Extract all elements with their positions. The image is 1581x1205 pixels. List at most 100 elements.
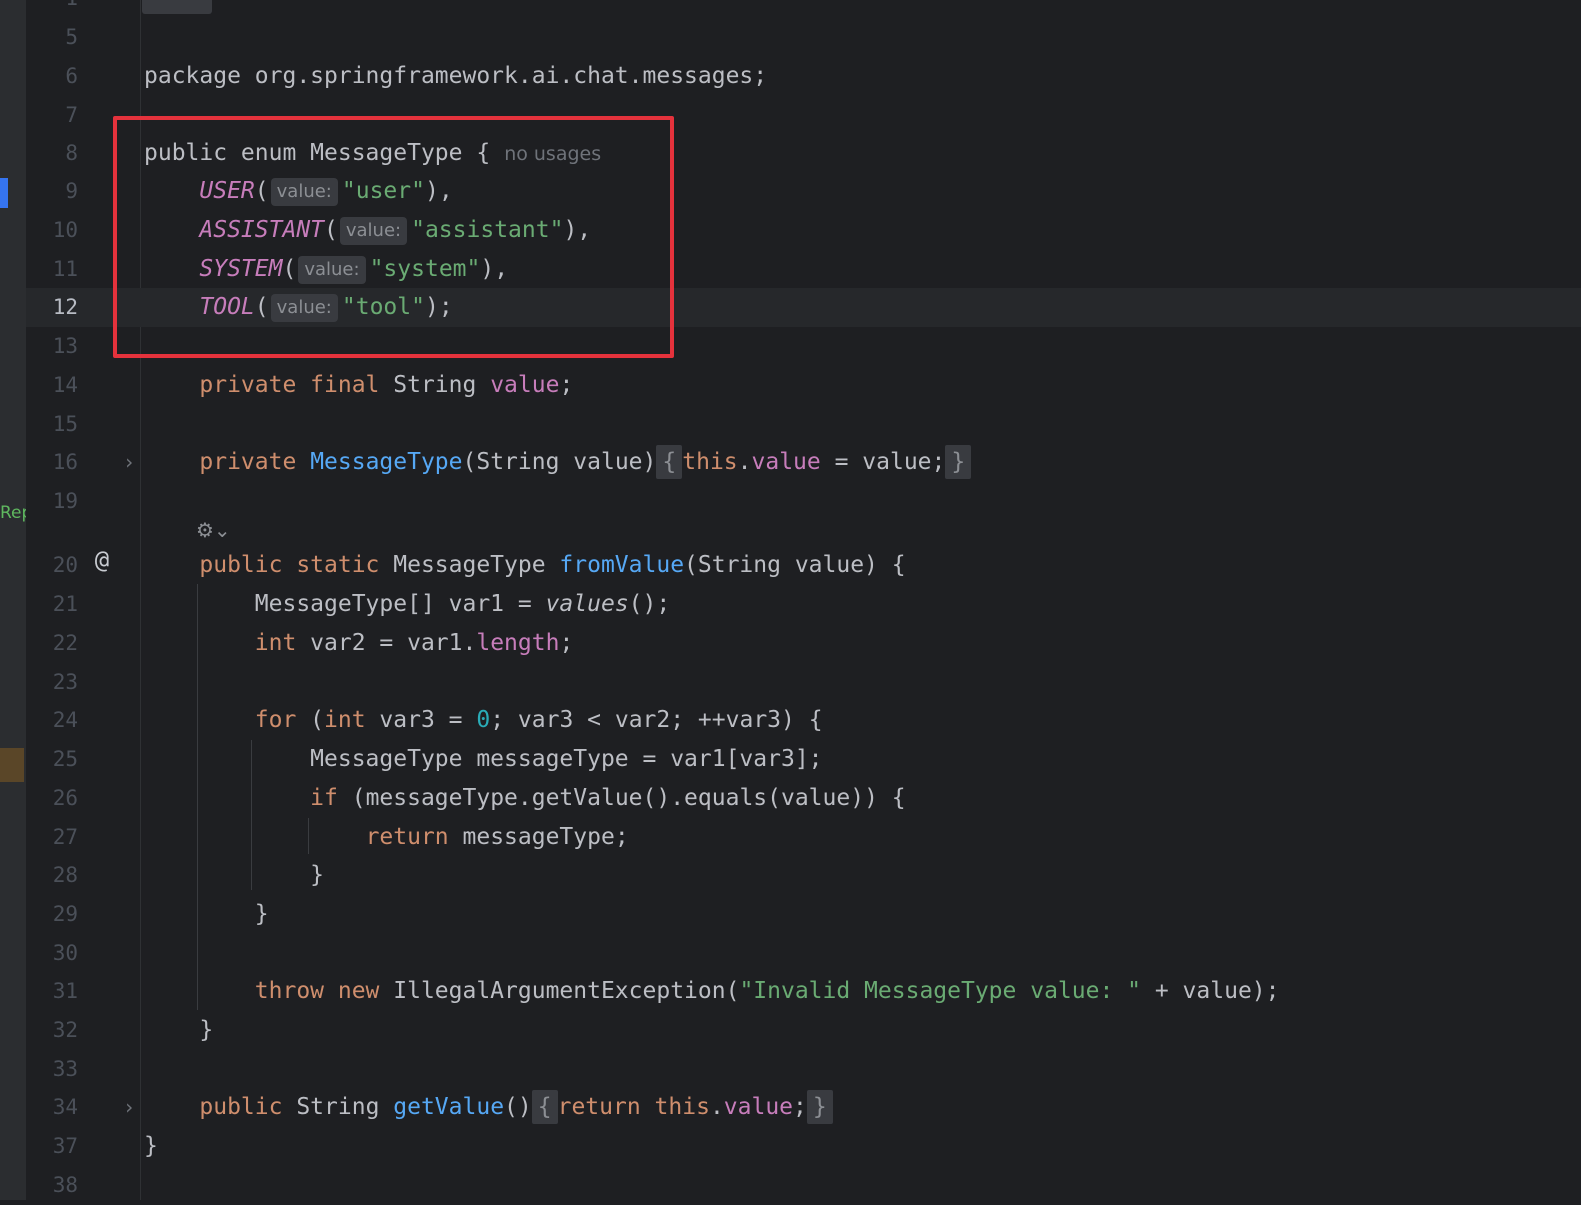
code-line-38: 38: [0, 1166, 1581, 1205]
enum-constant-system[interactable]: SYSTEM(value: "system"),: [144, 250, 508, 289]
param-hint: value:: [270, 294, 338, 322]
line-number: 21: [52, 592, 78, 616]
line-number: 16: [52, 450, 78, 474]
method-fromvalue-signature[interactable]: public static MessageType fromValue(Stri…: [144, 546, 905, 585]
line-number: 11: [52, 257, 78, 281]
line-number: 12: [52, 295, 78, 319]
line-number: 30: [52, 941, 78, 965]
line-number: 37: [52, 1134, 78, 1158]
code-line-16: 16 › private MessageType(String value){t…: [0, 443, 1581, 482]
line-number: 19: [52, 489, 78, 513]
return-statement[interactable]: return messageType;: [144, 818, 629, 857]
code-line-5: 5: [0, 18, 1581, 57]
line-number: 26: [52, 786, 78, 810]
line-number: 25: [52, 747, 78, 771]
enum-declaration[interactable]: public enum MessageType { no usages: [144, 134, 601, 173]
closing-brace[interactable]: }: [144, 1011, 213, 1050]
code-line-21: 21 MessageType[] var1 = values();: [0, 585, 1581, 624]
folded-block-close[interactable]: }: [945, 445, 972, 479]
enum-constant-tool[interactable]: TOOL(value: "tool");: [144, 288, 453, 327]
folded-block-open[interactable]: {: [531, 1090, 558, 1124]
code-line-33: 33: [0, 1050, 1581, 1089]
code-line-10: 10 ASSISTANT(value: "assistant"),: [0, 211, 1581, 250]
line-number: 28: [52, 863, 78, 887]
code-line-20: 20 public static MessageType fromValue(S…: [0, 546, 1581, 585]
code-line-13: 13: [0, 327, 1581, 366]
code-line-30: 30: [0, 934, 1581, 973]
code-line-37: 37 }: [0, 1127, 1581, 1166]
line-number: 22: [52, 631, 78, 655]
line-number: 31: [52, 979, 78, 1003]
line-number: 13: [52, 334, 78, 358]
usages-hint[interactable]: no usages: [504, 143, 601, 165]
indent-guide: [251, 740, 252, 890]
line-number: 1: [26, 0, 78, 18]
line-number: 23: [52, 670, 78, 694]
code-line-14: 14 private final String value;: [0, 366, 1581, 405]
code-line-22: 22 int var2 = var1.length;: [0, 624, 1581, 663]
line-number: 6: [65, 64, 78, 88]
line-number: 24: [52, 708, 78, 732]
line-number: 27: [52, 825, 78, 849]
param-hint: value:: [270, 178, 338, 206]
package-declaration[interactable]: package org.springframework.ai.chat.mess…: [144, 57, 767, 96]
closing-brace[interactable]: }: [144, 895, 269, 934]
field-declaration[interactable]: private final String value;: [144, 366, 573, 405]
line-number: 29: [52, 902, 78, 926]
code-line-26: 26 if (messageType.getValue().equals(val…: [0, 779, 1581, 818]
line-number: 9: [65, 179, 78, 203]
code-line-24: 24 for (int var3 = 0; var3 < var2; ++var…: [0, 701, 1581, 740]
line-number: 34: [52, 1095, 78, 1119]
enum-decl-text: public enum MessageType {: [144, 140, 491, 166]
closing-brace[interactable]: }: [144, 856, 324, 895]
line-number: 32: [52, 1018, 78, 1042]
throw-statement[interactable]: throw new IllegalArgumentException("Inva…: [144, 972, 1280, 1011]
code-line-32: 32 }: [0, 1011, 1581, 1050]
code-line-29: 29 }: [0, 895, 1581, 934]
code-statement[interactable]: int var2 = var1.length;: [144, 624, 574, 663]
line-number: 14: [52, 373, 78, 397]
if-statement[interactable]: if (messageType.getValue().equals(value)…: [144, 779, 905, 818]
code-line-23: 23: [0, 663, 1581, 702]
line-number: 15: [52, 412, 78, 436]
code-line-6: 6 package org.springframework.ai.chat.me…: [0, 57, 1581, 96]
code-line-12-current: 12 TOOL(value: "tool");: [26, 288, 1581, 327]
at-sign-icon[interactable]: @: [88, 546, 116, 574]
indent-guide: [308, 818, 309, 854]
ai-assistant-icon[interactable]: ⚙⌄: [196, 518, 231, 542]
for-loop[interactable]: for (int var3 = 0; var3 < var2; ++var3) …: [144, 701, 823, 740]
line-number: 33: [52, 1057, 78, 1081]
code-line-15: 15: [0, 405, 1581, 444]
code-line-31: 31 throw new IllegalArgumentException("I…: [0, 972, 1581, 1011]
code-line-9: 9 USER(value: "user"),: [0, 172, 1581, 211]
code-line-19: 19: [0, 482, 1581, 521]
line-number: 5: [65, 25, 78, 49]
code-line-11: 11 SYSTEM(value: "system"),: [0, 250, 1581, 289]
constructor-declaration[interactable]: private MessageType(String value){this.v…: [144, 443, 972, 482]
code-line-28: 28 }: [0, 856, 1581, 895]
code-line-25: 25 MessageType messageType = var1[var3];: [0, 740, 1581, 779]
line-number: 8: [65, 141, 78, 165]
code-line-1: 1: [0, 0, 1581, 18]
chevron-right-icon[interactable]: ›: [120, 443, 138, 482]
chevron-right-icon[interactable]: ›: [120, 1088, 138, 1127]
code-editor[interactable]: 1 5 6 package org.springframework.ai.cha…: [0, 0, 1581, 1200]
code-line-27: 27 return messageType;: [0, 818, 1581, 857]
code-statement[interactable]: MessageType messageType = var1[var3];: [144, 740, 822, 779]
closing-brace[interactable]: }: [144, 1127, 158, 1166]
folded-block-close[interactable]: }: [806, 1090, 833, 1124]
method-getvalue[interactable]: public String getValue(){return this.val…: [144, 1088, 833, 1127]
enum-constant-user[interactable]: USER(value: "user"),: [144, 172, 453, 211]
line-number: 20: [52, 553, 78, 577]
indent-guide: [197, 584, 198, 1010]
code-line-7: 7: [0, 96, 1581, 135]
code-statement[interactable]: MessageType[] var1 = values();: [144, 585, 670, 624]
code-line-8: 8 public enum MessageType { no usages: [0, 134, 1581, 173]
line-number: 7: [65, 103, 78, 127]
param-hint: value:: [339, 217, 408, 245]
enum-constant-assistant[interactable]: ASSISTANT(value: "assistant"),: [144, 211, 591, 250]
line-number: 38: [52, 1173, 78, 1197]
line-number: 10: [52, 218, 78, 242]
code-line-34: 34 › public String getValue(){return thi…: [0, 1088, 1581, 1127]
folded-block-open[interactable]: {: [656, 445, 683, 479]
